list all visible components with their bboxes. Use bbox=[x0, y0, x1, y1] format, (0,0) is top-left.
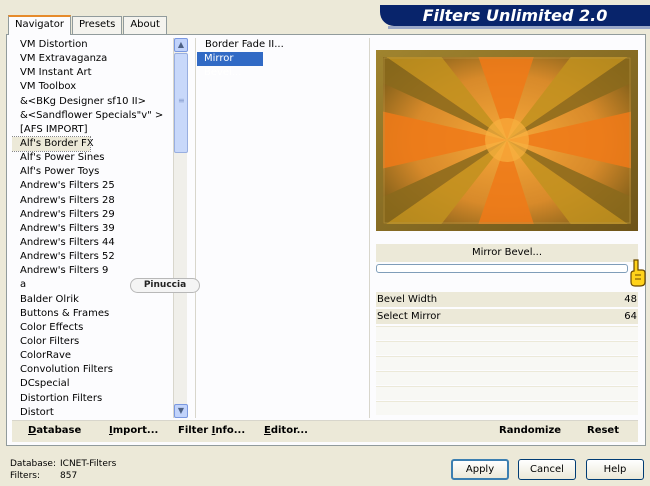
tab-bar: Navigator Presets About bbox=[8, 14, 168, 35]
editor-button[interactable]: Editor... bbox=[264, 425, 308, 436]
category-item[interactable]: Alf's Power Sines bbox=[12, 151, 174, 165]
help-button[interactable]: Help bbox=[586, 459, 644, 480]
category-item[interactable]: Alf's Power Toys bbox=[12, 165, 174, 179]
category-item[interactable]: Andrew's Filters 25 bbox=[12, 179, 174, 193]
watermark-logo: Pinuccia bbox=[130, 278, 200, 293]
filter-item[interactable]: Border Fade II... bbox=[197, 38, 369, 52]
cancel-button[interactable]: Cancel bbox=[518, 459, 576, 480]
category-item[interactable]: Andrew's Filters 39 bbox=[12, 222, 174, 236]
category-list[interactable]: VM Distortion VM Extravaganza VM Instant A… bbox=[12, 38, 174, 418]
param-bevel-width[interactable]: Bevel Width 48 bbox=[376, 292, 638, 307]
category-item[interactable]: VM Distortion bbox=[12, 38, 174, 52]
category-scrollbar[interactable]: ▲ ▼ bbox=[173, 38, 188, 418]
category-item[interactable]: VM Extravaganza bbox=[12, 52, 174, 66]
filter-info-button-label-end: nfo... bbox=[215, 425, 246, 436]
category-item[interactable]: &<Sandflower Specials"v" > bbox=[12, 109, 174, 123]
reset-button[interactable]: Reset bbox=[587, 425, 619, 436]
parameter-slider[interactable] bbox=[376, 264, 628, 273]
category-item[interactable]: Color Effects bbox=[12, 321, 174, 335]
param-select-mirror[interactable]: Select Mirror 64 bbox=[376, 309, 638, 324]
preview-image bbox=[376, 50, 638, 231]
category-item[interactable]: Andrew's Filters 29 bbox=[12, 208, 174, 222]
param-name: Select Mirror bbox=[377, 311, 441, 322]
param-value: 48 bbox=[624, 294, 637, 305]
param-slot-empty bbox=[376, 356, 638, 370]
category-item[interactable]: Andrew's Filters 28 bbox=[12, 194, 174, 208]
category-item[interactable]: Balder Olrik bbox=[12, 293, 174, 307]
category-item[interactable]: Distortion Filters bbox=[12, 392, 174, 406]
database-button[interactable]: Database bbox=[28, 425, 81, 436]
param-slot-empty bbox=[376, 341, 638, 355]
status-info: Database: ICNET-Filters Filters: 857 bbox=[10, 458, 116, 482]
category-item[interactable]: Andrew's Filters 9 bbox=[12, 264, 174, 278]
apply-button[interactable]: Apply bbox=[451, 459, 509, 480]
scrollbar-thumb[interactable] bbox=[174, 53, 188, 153]
database-button-label: atabase bbox=[36, 425, 82, 436]
filter-info-button-label-start: Filter bbox=[178, 425, 212, 436]
param-value: 64 bbox=[624, 311, 637, 322]
database-value: ICNET-Filters bbox=[60, 459, 117, 469]
filter-info-button[interactable]: Filter Info... bbox=[178, 425, 245, 436]
chevron-up-icon[interactable]: ▲ bbox=[174, 38, 188, 52]
category-item[interactable]: Andrew's Filters 52 bbox=[12, 250, 174, 264]
import-button[interactable]: Import... bbox=[109, 425, 158, 436]
pointing-hand-icon bbox=[630, 259, 646, 287]
tab-about[interactable]: About bbox=[123, 16, 167, 34]
category-item[interactable]: DCspecial bbox=[12, 377, 174, 391]
database-label: Database: bbox=[10, 459, 56, 469]
param-slot-empty bbox=[376, 386, 638, 400]
param-slot-empty bbox=[376, 401, 638, 415]
editor-button-mnemonic: E bbox=[264, 425, 271, 436]
app-banner: Filters Unlimited 2.0 bbox=[380, 5, 650, 29]
category-item[interactable]: Convolution Filters bbox=[12, 363, 174, 377]
param-slot-empty bbox=[376, 371, 638, 385]
category-item[interactable]: Buttons & Frames bbox=[12, 307, 174, 321]
param-name: Bevel Width bbox=[377, 294, 438, 305]
category-item[interactable]: VM Toolbox bbox=[12, 80, 174, 94]
category-item[interactable]: ColorRave bbox=[12, 349, 174, 363]
randomize-button[interactable]: Randomize bbox=[499, 425, 561, 436]
category-item[interactable]: VM Instant Art bbox=[12, 66, 174, 80]
filter-name-label: Mirror Bevel... bbox=[376, 244, 638, 262]
navigator-toolbar: Database Import... Filter Info... Editor… bbox=[12, 420, 638, 442]
filters-count-value: 857 bbox=[60, 471, 78, 481]
preview-graphic bbox=[376, 50, 638, 231]
filters-count-label: Filters: bbox=[10, 471, 41, 481]
editor-button-label: ditor... bbox=[270, 425, 308, 436]
category-item[interactable]: Color Filters bbox=[12, 335, 174, 349]
import-button-label: mport... bbox=[112, 425, 159, 436]
tab-navigator[interactable]: Navigator bbox=[8, 15, 71, 35]
chevron-down-icon[interactable]: ▼ bbox=[174, 404, 188, 418]
category-item[interactable]: &<BKg Designer sf10 II> bbox=[12, 95, 174, 109]
filter-list[interactable]: Border Fade II... Mirror Bevel... bbox=[195, 38, 370, 418]
filter-item[interactable]: Mirror Bevel... bbox=[197, 52, 263, 78]
category-item[interactable]: Andrew's Filters 44 bbox=[12, 236, 174, 250]
tab-presets[interactable]: Presets bbox=[71, 16, 123, 34]
param-slot-empty bbox=[376, 326, 638, 340]
category-item[interactable]: Alf's Border FX bbox=[12, 135, 94, 153]
category-item[interactable]: Distort bbox=[12, 406, 174, 418]
category-item[interactable]: [AFS IMPORT] bbox=[12, 123, 174, 137]
